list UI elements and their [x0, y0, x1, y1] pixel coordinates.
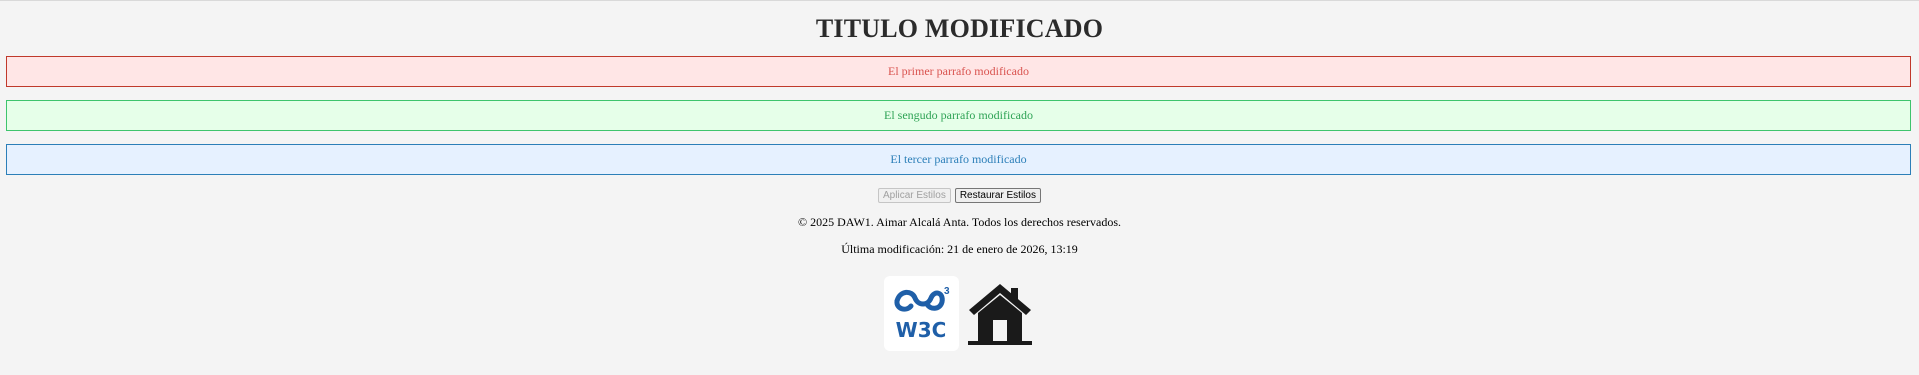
- paragraph-third: El tercer parrafo modificado: [6, 144, 1911, 175]
- page-title: TITULO MODIFICADO: [815, 14, 1104, 43]
- w3c-logo-icon[interactable]: 3 W3C: [884, 276, 959, 351]
- apply-styles-button[interactable]: Aplicar Estilos: [878, 188, 951, 203]
- paragraph-second: El sengudo parrafo modificado: [6, 100, 1911, 131]
- top-border: [0, 0, 1919, 1]
- last-modified-text: Última modificación: 21 de enero de 2026…: [841, 242, 1078, 256]
- restore-styles-button[interactable]: Restaurar Estilos: [954, 188, 1041, 203]
- home-icon[interactable]: [965, 278, 1035, 348]
- paragraph-first: El primer parrafo modificado: [6, 56, 1911, 87]
- w3c-logo-text: W3C: [896, 318, 947, 342]
- button-row: Aplicar Estilos Restaurar Estilos: [0, 188, 1919, 203]
- svg-text:3: 3: [944, 286, 950, 297]
- logo-row: 3 W3C: [0, 276, 1919, 351]
- copyright-text: © 2025 DAW1. Aimar Alcalá Anta. Todos lo…: [797, 215, 1122, 229]
